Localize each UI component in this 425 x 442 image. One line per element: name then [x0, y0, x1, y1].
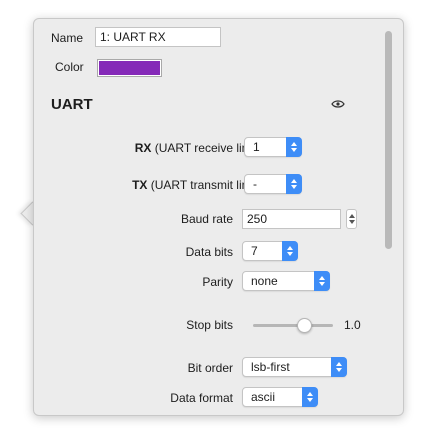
data-bits-select[interactable]: 7 [242, 241, 298, 261]
bit-order-label: Bit order [187, 361, 233, 375]
updown-chevron-icon [282, 241, 298, 261]
updown-chevron-icon [286, 174, 302, 194]
parity-value: none [251, 274, 278, 288]
updown-chevron-icon [302, 387, 318, 407]
updown-chevron-icon [314, 271, 330, 291]
data-format-label: Data format [170, 391, 233, 405]
updown-chevron-icon [286, 137, 302, 157]
baud-rate-label: Baud rate [180, 212, 233, 226]
color-label: Color [55, 60, 84, 74]
eye-icon[interactable] [331, 98, 345, 112]
stop-bits-value: 1.0 [344, 318, 361, 332]
rx-label: RX (UART receive line) [134, 141, 259, 155]
rx-channel-select[interactable]: 1 [244, 137, 302, 157]
updown-chevron-icon [331, 357, 347, 377]
baud-rate-stepper[interactable] [346, 209, 357, 229]
bit-order-select[interactable]: lsb-first [242, 357, 347, 377]
baud-rate-field[interactable]: 250 [242, 209, 341, 229]
data-bits-value: 7 [251, 244, 258, 258]
parity-select[interactable]: none [242, 271, 330, 291]
bit-order-value: lsb-first [251, 360, 290, 374]
name-label: Name [51, 31, 84, 45]
tx-channel-value: - [253, 177, 257, 191]
protocol-settings-popover: Name 1: UART RX Color UART RX (UART rece… [33, 18, 404, 416]
data-format-value: ascii [251, 390, 276, 404]
rx-channel-value: 1 [253, 140, 260, 154]
data-format-select[interactable]: ascii [242, 387, 318, 407]
stop-bits-slider-knob[interactable] [296, 318, 312, 333]
tx-label: TX (UART transmit line) [132, 178, 259, 192]
section-title: UART [51, 96, 93, 113]
parity-label: Parity [202, 275, 233, 289]
scrollbar-thumb[interactable] [385, 31, 392, 249]
stop-bits-label: Stop bits [186, 318, 233, 332]
tx-channel-select[interactable]: - [244, 174, 302, 194]
stop-bits-slider-track[interactable] [253, 324, 333, 327]
data-bits-label: Data bits [185, 245, 233, 259]
color-well[interactable] [97, 59, 162, 77]
name-field[interactable]: 1: UART RX [95, 27, 221, 47]
